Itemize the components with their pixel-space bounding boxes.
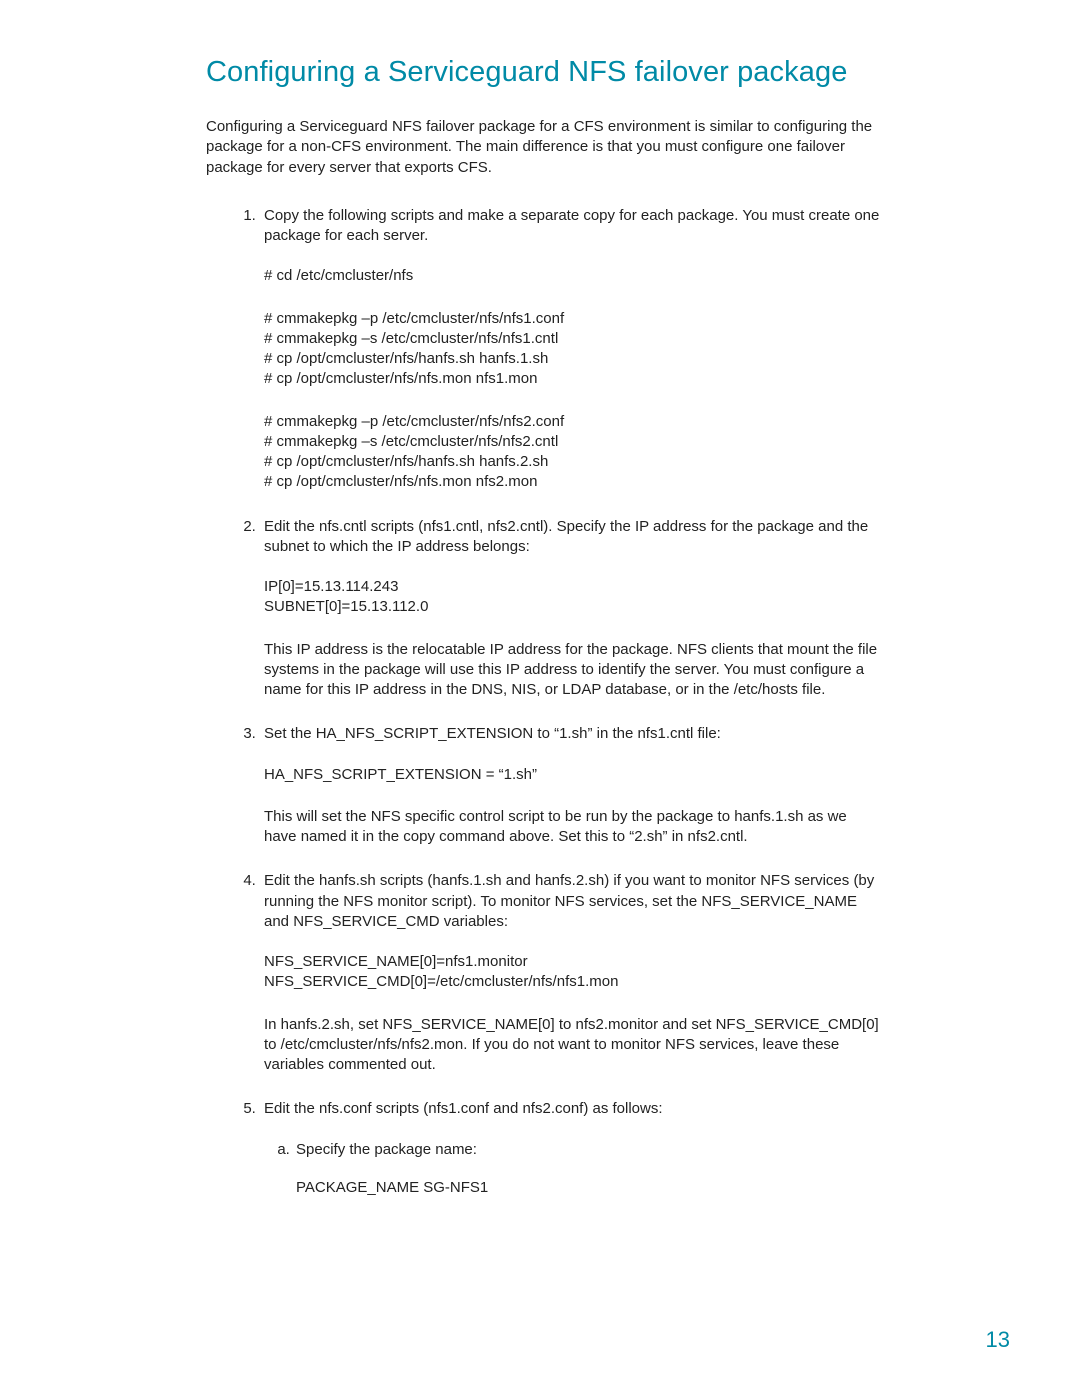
step-5a-code: PACKAGE_NAME SG-NFS1 [296, 1178, 880, 1198]
page-number: 13 [986, 1327, 1010, 1353]
step-2: Edit the nfs.cntl scripts (nfs1.cntl, nf… [260, 517, 880, 701]
step-4: Edit the hanfs.sh scripts (hanfs.1.sh an… [260, 871, 880, 1075]
step-2-code: IP[0]=15.13.114.243 SUBNET[0]=15.13.112.… [264, 577, 880, 618]
step-5a: Specify the package name: PACKAGE_NAME S… [294, 1140, 880, 1199]
step-4-code: NFS_SERVICE_NAME[0]=nfs1.monitor NFS_SER… [264, 952, 880, 993]
step-3-code: HA_NFS_SCRIPT_EXTENSION = “1.sh” [264, 765, 880, 785]
step-3: Set the HA_NFS_SCRIPT_EXTENSION to “1.sh… [260, 724, 880, 847]
document-page: Configuring a Serviceguard NFS failover … [0, 0, 1080, 1397]
step-1-lead: Copy the following scripts and make a se… [264, 206, 880, 247]
step-5-substeps: Specify the package name: PACKAGE_NAME S… [268, 1140, 880, 1199]
step-2-lead: Edit the nfs.cntl scripts (nfs1.cntl, nf… [264, 517, 880, 558]
step-5: Edit the nfs.conf scripts (nfs1.conf and… [260, 1099, 880, 1198]
step-5a-lead: Specify the package name: [296, 1140, 880, 1160]
step-1-code-3: # cmmakepkg –p /etc/cmcluster/nfs/nfs2.c… [264, 412, 880, 493]
intro-paragraph: Configuring a Serviceguard NFS failover … [206, 117, 880, 178]
steps-list: Copy the following scripts and make a se… [228, 206, 880, 1198]
step-4-trail: In hanfs.2.sh, set NFS_SERVICE_NAME[0] t… [264, 1015, 880, 1076]
step-1-code-2: # cmmakepkg –p /etc/cmcluster/nfs/nfs1.c… [264, 309, 880, 390]
step-3-trail: This will set the NFS specific control s… [264, 807, 880, 848]
step-1: Copy the following scripts and make a se… [260, 206, 880, 493]
step-3-lead: Set the HA_NFS_SCRIPT_EXTENSION to “1.sh… [264, 724, 880, 744]
step-1-code-1: # cd /etc/cmcluster/nfs [264, 266, 880, 286]
step-5-lead: Edit the nfs.conf scripts (nfs1.conf and… [264, 1099, 880, 1119]
step-4-lead: Edit the hanfs.sh scripts (hanfs.1.sh an… [264, 871, 880, 932]
page-title: Configuring a Serviceguard NFS failover … [206, 56, 880, 89]
step-2-trail: This IP address is the relocatable IP ad… [264, 640, 880, 701]
